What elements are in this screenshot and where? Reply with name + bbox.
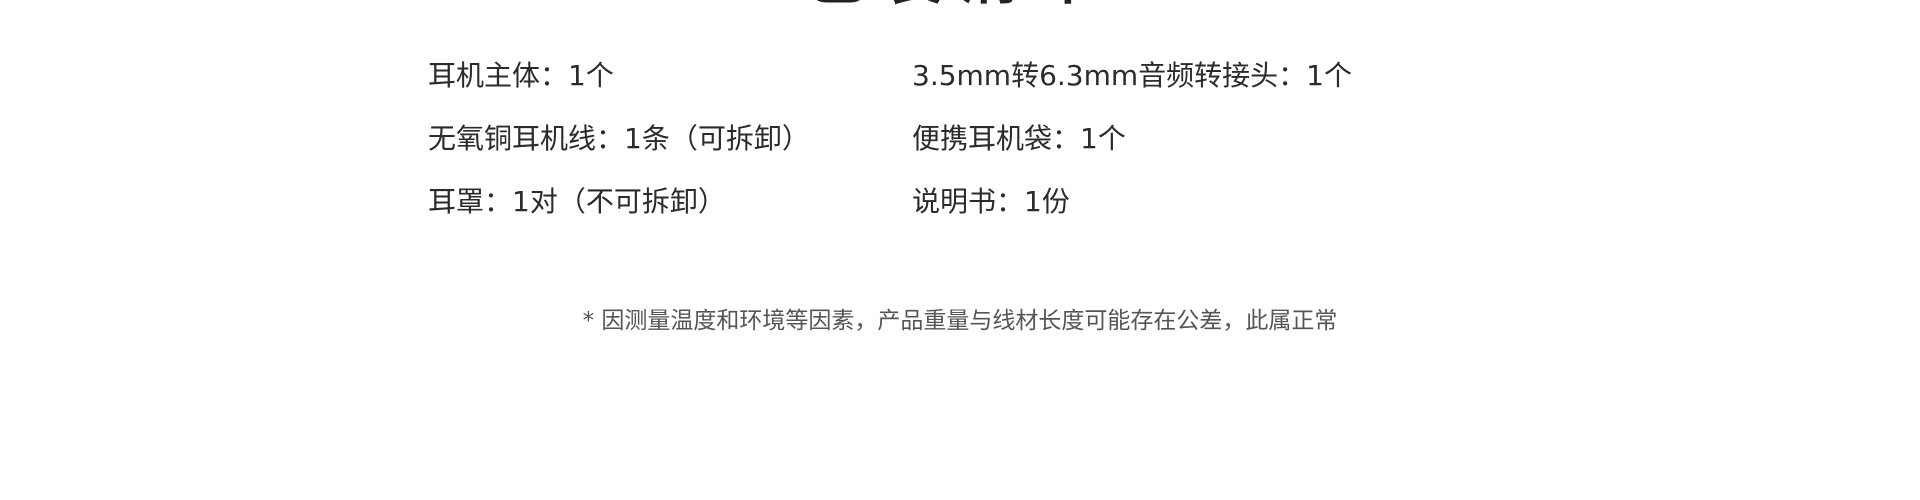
page: 包装清单 耳机主体：1个 3.5mm转6.3mm音频转接头：1个 无氧铜耳机线：…: [0, 0, 1920, 500]
list-item: 耳机主体：1个: [428, 59, 614, 92]
list-item: 无氧铜耳机线：1条（可拆卸）: [428, 122, 810, 155]
package-contents-list: 耳机主体：1个 3.5mm转6.3mm音频转接头：1个 无氧铜耳机线：1条（可拆…: [428, 56, 1432, 245]
section-heading: 包装清单: [0, 0, 1920, 8]
list-item: 便携耳机袋：1个: [912, 122, 1126, 155]
list-item: 3.5mm转6.3mm音频转接头：1个: [912, 59, 1352, 92]
list-item: 说明书：1份: [912, 185, 1070, 218]
disclaimer-note: * 因测量温度和环境等因素，产品重量与线材长度可能存在公差，此属正常: [582, 308, 1338, 334]
list-item: 耳罩：1对（不可拆卸）: [428, 185, 726, 218]
